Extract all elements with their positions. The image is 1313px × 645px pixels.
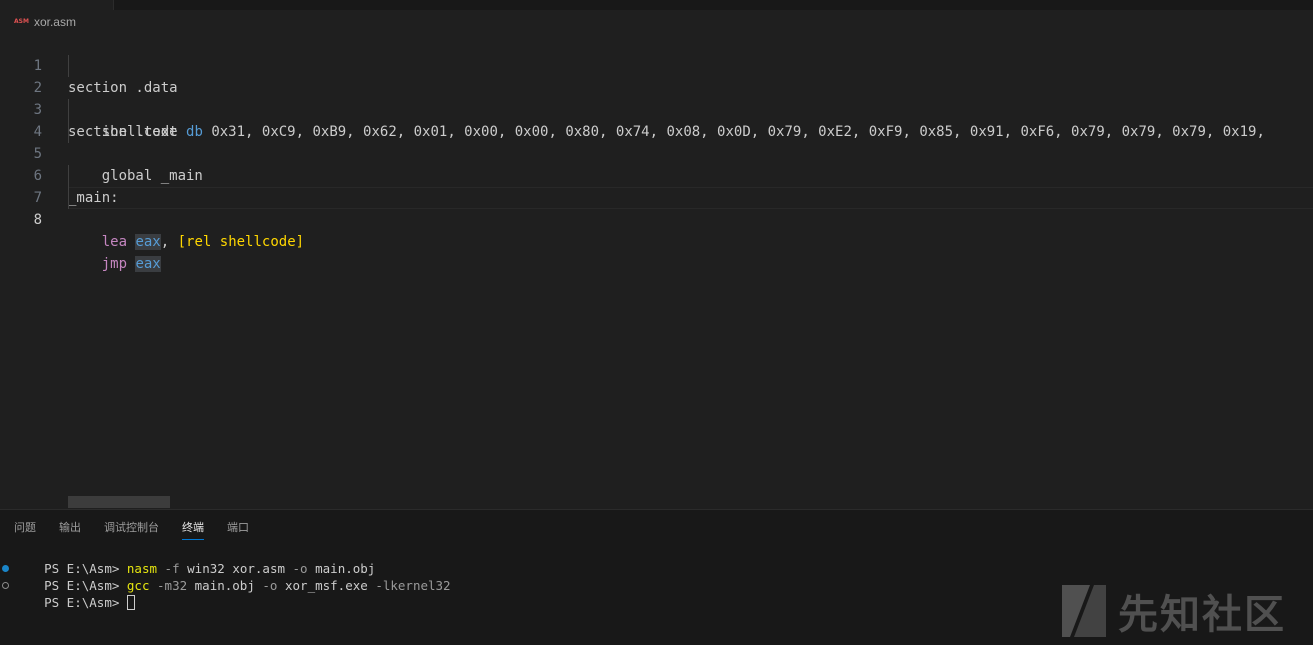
terminal-line-2[interactable]: PS E:\Asm> gcc -m32 main.obj -o xor_msf.… bbox=[14, 560, 450, 593]
terminal-arg: main.obj bbox=[194, 578, 255, 593]
tab-strip bbox=[0, 0, 1313, 10]
code-line-8[interactable]: 8 jmp eax bbox=[0, 187, 1313, 272]
code-editor[interactable]: 1 section .data 2 shellcode db 0x31, 0xC… bbox=[0, 33, 1313, 508]
terminal-line-3[interactable]: PS E:\Asm> bbox=[14, 577, 135, 610]
command-success-dot[interactable] bbox=[2, 565, 9, 572]
code-text[interactable]: lea eax, [rel shellcode] bbox=[68, 231, 304, 253]
code-line-1[interactable]: 1 section .data bbox=[0, 33, 1313, 96]
terminal-cursor bbox=[126, 595, 135, 610]
panel-tabs: 问题 输出 调试控制台 终端 端口 bbox=[14, 520, 249, 540]
code-line-5[interactable]: 5 bbox=[0, 121, 1313, 162]
code-line-4[interactable]: 4 global _main bbox=[0, 99, 1313, 184]
terminal-arg: xor_msf.exe bbox=[285, 578, 368, 593]
horizontal-scrollbar[interactable] bbox=[68, 496, 170, 508]
line-number: 8 bbox=[33, 212, 42, 228]
separator-token: , bbox=[160, 234, 170, 250]
command-pending-dot[interactable] bbox=[2, 582, 9, 589]
instruction-token: lea bbox=[101, 234, 128, 250]
watermark: 先知社区 bbox=[1060, 583, 1286, 639]
indent-guide bbox=[68, 165, 69, 187]
register-token: eax bbox=[135, 256, 161, 272]
terminal-arg: -o bbox=[262, 578, 278, 593]
watermark-text: 先知社区 bbox=[1118, 592, 1286, 638]
code-line-3[interactable]: 3 section .text bbox=[0, 77, 1313, 140]
tab-debug-console[interactable]: 调试控制台 bbox=[104, 520, 159, 540]
tab-problems[interactable]: 问题 bbox=[14, 520, 36, 540]
indent-guide bbox=[68, 121, 69, 143]
code-line-6[interactable]: 6 _main: bbox=[0, 143, 1313, 206]
breadcrumb[interactable]: ASM xor.asm bbox=[14, 14, 76, 30]
indent-guide bbox=[68, 187, 69, 209]
indent-guide bbox=[68, 99, 69, 121]
instruction-token: jmp bbox=[101, 256, 128, 272]
terminal-prompt: PS E:\Asm> bbox=[44, 595, 120, 610]
operand-token: [rel shellcode] bbox=[177, 234, 305, 250]
register-token: eax bbox=[135, 234, 161, 250]
tab-output[interactable]: 输出 bbox=[59, 520, 81, 540]
asm-file-icon: ASM bbox=[14, 18, 29, 25]
terminal-arg: -lkernel32 bbox=[375, 578, 451, 593]
watermark-logo-icon bbox=[1062, 585, 1106, 637]
code-text[interactable]: jmp eax bbox=[68, 253, 161, 275]
tab-terminal[interactable]: 终端 bbox=[182, 520, 204, 540]
code-line-7[interactable]: 7 lea eax, [rel shellcode] bbox=[0, 165, 1313, 250]
code-line-2[interactable]: 2 shellcode db 0x31, 0xC9, 0xB9, 0x62, 0… bbox=[0, 55, 1313, 140]
breadcrumb-file[interactable]: xor.asm bbox=[34, 15, 76, 29]
tab-ports[interactable]: 端口 bbox=[227, 520, 249, 540]
indent-guide bbox=[68, 55, 69, 77]
terminal-arg: -m32 bbox=[157, 578, 188, 593]
tab-edge bbox=[0, 0, 114, 10]
terminal-line-1[interactable]: PS E:\Asm> nasm -f win32 xor.asm -o main… bbox=[14, 543, 375, 576]
